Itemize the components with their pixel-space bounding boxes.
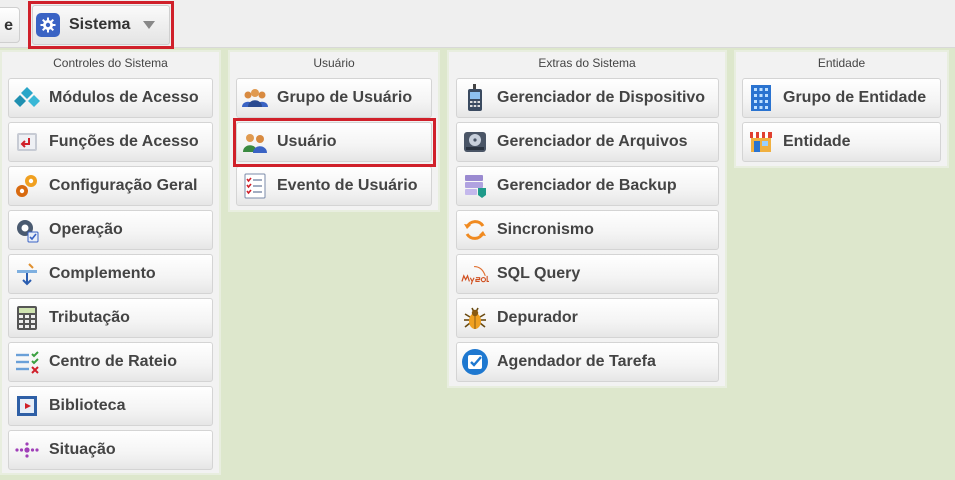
- menu-item-label: Centro de Rateio: [49, 353, 178, 370]
- menu-item-label: Gerenciador de Backup: [497, 177, 677, 194]
- functions-icon: [13, 128, 41, 156]
- building-icon: [747, 84, 775, 112]
- menu-item-complement[interactable]: Complemento: [8, 254, 213, 294]
- menu-item-backup-manager[interactable]: Gerenciador de Backup: [456, 166, 719, 206]
- panel-title: Usuário: [313, 56, 355, 70]
- users-icon: [241, 128, 269, 156]
- menu-item-operation[interactable]: Operação: [8, 210, 213, 250]
- menu-item-label: Usuário: [277, 133, 337, 150]
- menu-item-label: Agendador de Tarefa: [497, 353, 656, 370]
- previous-menu-tab[interactable]: e: [0, 7, 20, 43]
- menu-item-label: Configuração Geral: [49, 177, 198, 194]
- menu-item-label: Funções de Acesso: [49, 133, 199, 150]
- panel-title: Extras do Sistema: [538, 56, 636, 70]
- store-icon: [747, 128, 775, 156]
- menu-item-label: Biblioteca: [49, 397, 126, 414]
- menu-item-cost-center[interactable]: Centro de Rateio: [8, 342, 213, 382]
- menu-item-taxation[interactable]: Tributação: [8, 298, 213, 338]
- menu-item-sql-query[interactable]: SQL Query: [456, 254, 719, 294]
- menu-item-task-scheduler[interactable]: Agendador de Tarefa: [456, 342, 719, 382]
- panel-system-extras: Extras do Sistema Gerenciador de Disposi…: [447, 50, 727, 388]
- menu-item-device-manager[interactable]: Gerenciador de Dispositivo: [456, 78, 719, 118]
- menu-item-label: SQL Query: [497, 265, 581, 282]
- menu-item-general-config[interactable]: Configuração Geral: [8, 166, 213, 206]
- bug-icon: [461, 304, 489, 332]
- menu-item-label: Operação: [49, 221, 123, 238]
- top-menu-bar: e Sistema: [0, 0, 955, 48]
- menu-item-entity[interactable]: Entidade: [742, 122, 941, 162]
- menu-item-label: Situação: [49, 441, 116, 458]
- panel-user: Usuário Grupo de Usuário Usuário Evento …: [228, 50, 440, 212]
- panel-title: Entidade: [817, 56, 866, 70]
- menu-item-label: Grupo de Entidade: [783, 89, 927, 106]
- device-icon: [461, 84, 489, 112]
- menu-item-sync[interactable]: Sincronismo: [456, 210, 719, 250]
- menu-item-label: Complemento: [49, 265, 156, 282]
- menu-item-label: Evento de Usuário: [277, 177, 418, 194]
- backup-icon: [461, 172, 489, 200]
- calculator-icon: [13, 304, 41, 332]
- menu-item-user-event[interactable]: Evento de Usuário: [236, 166, 432, 206]
- menu-item-label: Módulos de Acesso: [49, 89, 199, 106]
- menu-item-access-functions[interactable]: Funções de Acesso: [8, 122, 213, 162]
- mysql-icon: [461, 260, 489, 288]
- panel-system-controls: Controles do Sistema Módulos de Acesso F…: [0, 50, 221, 475]
- menu-item-user-group[interactable]: Grupo de Usuário: [236, 78, 432, 118]
- menu-item-user[interactable]: Usuário: [236, 122, 432, 162]
- menu-item-entity-group[interactable]: Grupo de Entidade: [742, 78, 941, 118]
- gears-icon: [13, 172, 41, 200]
- library-icon: [13, 392, 41, 420]
- scheduler-check-icon: [461, 348, 489, 376]
- checklist-icon: [13, 348, 41, 376]
- menu-item-debugger[interactable]: Depurador: [456, 298, 719, 338]
- menu-item-file-manager[interactable]: Gerenciador de Arquivos: [456, 122, 719, 162]
- hard-drive-icon: [461, 128, 489, 156]
- user-group-icon: [241, 84, 269, 112]
- menu-item-label: Entidade: [783, 133, 851, 150]
- menu-item-label: Gerenciador de Dispositivo: [497, 89, 706, 106]
- menu-item-status[interactable]: Situação: [8, 430, 213, 470]
- menu-item-label: Tributação: [49, 309, 130, 326]
- sistema-menu-label: Sistema: [69, 16, 131, 33]
- modules-icon: [13, 84, 41, 112]
- status-dots-icon: [13, 436, 41, 464]
- menu-item-label: Sincronismo: [497, 221, 594, 238]
- settings-gear-icon: [36, 13, 60, 37]
- panel-title: Controles do Sistema: [53, 56, 168, 70]
- operation-gear-icon: [13, 216, 41, 244]
- event-list-icon: [241, 172, 269, 200]
- panel-entity: Entidade Grupo de Entidade Entidade: [734, 50, 949, 168]
- sync-icon: [461, 216, 489, 244]
- menu-item-label: Depurador: [497, 309, 578, 326]
- chevron-down-icon: [143, 16, 156, 34]
- menu-item-access-modules[interactable]: Módulos de Acesso: [8, 78, 213, 118]
- sistema-menu-button[interactable]: Sistema: [32, 5, 170, 45]
- menu-item-label: Grupo de Usuário: [277, 89, 413, 106]
- menu-item-library[interactable]: Biblioteca: [8, 386, 213, 426]
- menu-item-label: Gerenciador de Arquivos: [497, 133, 688, 150]
- complement-icon: [13, 260, 41, 288]
